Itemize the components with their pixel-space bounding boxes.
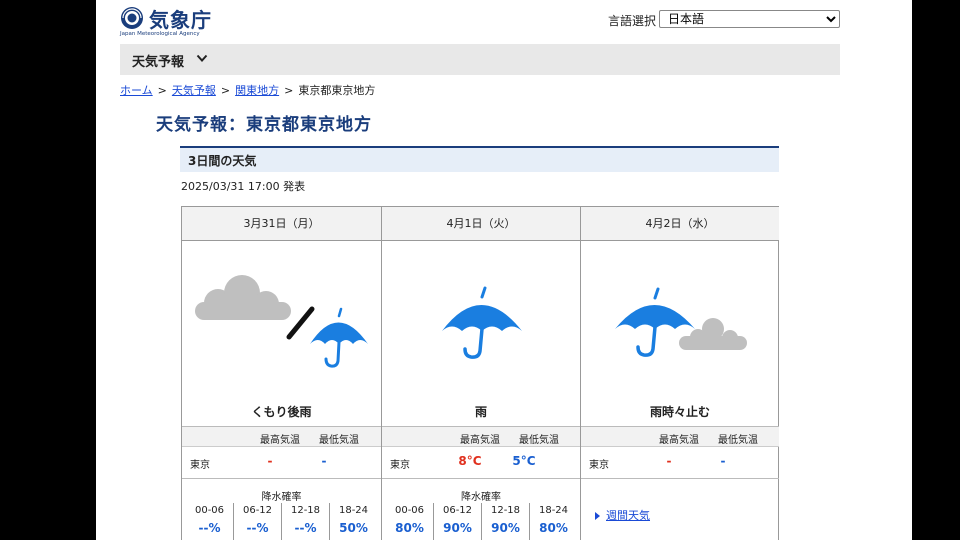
- pop-value: 80%: [395, 521, 424, 535]
- max-temp-value: 8°C: [458, 454, 482, 468]
- jma-logo[interactable]: 気象庁 Japan Meteorological Agency: [120, 4, 220, 38]
- pop-cell: 18-24 80%: [529, 503, 577, 540]
- breadcrumb-forecast[interactable]: 天気予報: [172, 84, 216, 97]
- pop-value: 80%: [539, 521, 568, 535]
- min-temp-value: 5°C: [512, 454, 536, 468]
- min-temp-label: 最低気温: [718, 435, 758, 446]
- breadcrumb-region[interactable]: 関東地方: [235, 84, 279, 97]
- weather-description: 雨時々止む: [649, 405, 710, 419]
- page: 気象庁 Japan Meteorological Agency 言語選択 日本語…: [96, 0, 912, 540]
- page-title: 天気予報：東京都東京地方: [156, 115, 372, 135]
- city-name: 東京: [589, 460, 609, 471]
- pop-range: 18-24: [538, 505, 569, 516]
- precipitation-probability: 降水確率 00-06 --% 06-12 --% 12-18 --% 18-24 50%: [182, 479, 381, 540]
- breadcrumb-separator: >: [157, 84, 167, 97]
- temperature-header: 最高気温 最低気温: [382, 427, 580, 447]
- weather-icon-cell: くもり後雨: [182, 241, 381, 427]
- temperature-header: 最高気温 最低気温: [581, 427, 779, 447]
- chevron-down-icon: [196, 54, 208, 62]
- forecast-table: 3月31日（月） くもり後雨 最高気温 最低気温 東京 - - 降水確率 00-…: [181, 206, 779, 540]
- max-temp-value: -: [666, 454, 672, 468]
- section-title: 3日間の天気: [188, 154, 257, 168]
- cloudy-then-rain-icon: [195, 275, 368, 368]
- weekly-forecast-link[interactable]: 週間天気: [595, 507, 650, 523]
- pop-cell: 12-18 90%: [481, 503, 529, 540]
- pop-cell: 06-12 90%: [433, 503, 481, 540]
- breadcrumb-current: 東京都東京地方: [298, 84, 376, 97]
- weather-icon-cell: 雨時々止む: [581, 241, 779, 427]
- temperature-row: 東京 8°C 5°C: [382, 447, 580, 479]
- pop-cell: 00-06 --%: [186, 503, 233, 540]
- temperature-row: 東京 - -: [581, 447, 779, 479]
- forecast-day-column: 4月1日（火） 雨 最高気温 最低気温 東京 8°C 5°C 降水確率 00-0…: [381, 207, 580, 540]
- min-temp-value: -: [720, 454, 726, 468]
- pop-value: 90%: [491, 521, 520, 535]
- weather-description: 雨: [474, 405, 487, 419]
- logo-name: 気象庁: [149, 8, 212, 32]
- rain-icon: [442, 286, 522, 359]
- min-temp-label: 最低気温: [319, 435, 359, 446]
- pop-value: --%: [198, 521, 221, 535]
- issued-time: 2025/03/31 17:00 発表: [181, 180, 306, 193]
- pop-value: 50%: [339, 521, 368, 535]
- temperature-header: 最高気温 最低気温: [182, 427, 381, 447]
- breadcrumb: ホーム > 天気予報 > 関東地方 > 東京都東京地方: [120, 82, 375, 98]
- pop-title: 降水確率: [261, 492, 302, 503]
- pop-range: 18-24: [338, 505, 369, 516]
- weather-description: くもり後雨: [251, 405, 312, 419]
- city-name: 東京: [190, 460, 210, 471]
- jma-emblem-icon: [121, 7, 143, 29]
- weekly-forecast-label[interactable]: 週間天気: [606, 509, 650, 522]
- city-name: 東京: [390, 460, 410, 471]
- pop-value: 90%: [443, 521, 472, 535]
- pop-cell: 06-12 --%: [233, 503, 281, 540]
- forecast-day-column: 4月2日（水） 雨時々止む 最高気温 最低気温 東京 - - 週間天気: [580, 207, 779, 540]
- min-temp-value: -: [321, 454, 327, 468]
- max-temp-label: 最高気温: [460, 435, 500, 446]
- precipitation-probability: 降水確率 00-06 80% 06-12 90% 12-18 90% 18-24 80%: [382, 479, 580, 540]
- logo-english: Japan Meteorological Agency: [120, 31, 200, 37]
- forecast-day-column: 3月31日（月） くもり後雨 最高気温 最低気温 東京 - - 降水確率 00-…: [182, 207, 381, 540]
- section-header: 3日間の天気: [180, 146, 779, 172]
- pop-title: 降水確率: [461, 492, 501, 503]
- pop-cell: 18-24 50%: [329, 503, 377, 540]
- breadcrumb-separator: >: [284, 84, 294, 97]
- forecast-date: 3月31日（月）: [182, 207, 381, 241]
- pop-range: 06-12: [242, 505, 273, 516]
- pop-range: 12-18: [490, 505, 521, 516]
- weather-icon-cell: 雨: [382, 241, 580, 427]
- pop-range: 00-06: [194, 505, 225, 516]
- menu-label: 天気予報: [132, 55, 185, 70]
- pop-cell: 00-06 80%: [386, 503, 433, 540]
- language-select[interactable]: 日本語: [659, 10, 840, 28]
- min-temp-label: 最低気温: [519, 435, 559, 446]
- forecast-date: 4月2日（水）: [581, 207, 779, 241]
- pop-range: 00-06: [394, 505, 425, 516]
- pop-cell: 12-18 --%: [281, 503, 329, 540]
- forecast-menu-bar[interactable]: 天気予報: [120, 44, 840, 75]
- pop-range: 12-18: [290, 505, 321, 516]
- language-label: 言語選択: [608, 14, 657, 28]
- max-temp-label: 最高気温: [659, 435, 699, 446]
- breadcrumb-home[interactable]: ホーム: [120, 84, 153, 97]
- max-temp-label: 最高気温: [260, 435, 300, 446]
- pop-cells: 00-06 80% 06-12 90% 12-18 90% 18-24 80%: [386, 503, 577, 540]
- pop-value: --%: [246, 521, 269, 535]
- pop-cells: 00-06 --% 06-12 --% 12-18 --% 18-24 50%: [186, 503, 377, 540]
- triangle-right-icon: [595, 512, 600, 520]
- pop-range: 06-12: [442, 505, 473, 516]
- breadcrumb-separator: >: [220, 84, 231, 97]
- temperature-row: 東京 - -: [182, 447, 381, 479]
- forecast-date: 4月1日（火）: [382, 207, 580, 241]
- rain-occasionally-stopping-icon: [615, 287, 747, 357]
- max-temp-value: -: [267, 454, 273, 468]
- pop-value: --%: [294, 521, 317, 535]
